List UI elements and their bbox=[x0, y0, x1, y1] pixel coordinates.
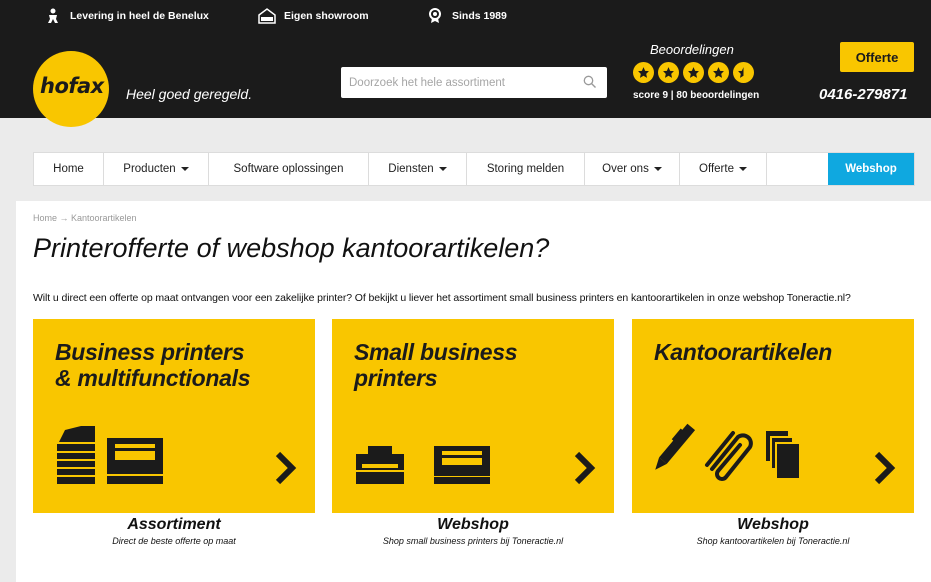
tile-title: Business printers & multifunctionals bbox=[55, 339, 251, 391]
page: Levering in heel de Benelux Eigen showro… bbox=[0, 0, 931, 582]
nav-home-label: Home bbox=[53, 163, 84, 175]
main-nav: Home Producten Software oplossingen Dien… bbox=[33, 152, 915, 186]
usp-since: Sinds 1989 bbox=[426, 8, 507, 24]
nav-quote-label: Offerte bbox=[699, 163, 734, 175]
tagline: Heel goed geregeld. bbox=[126, 86, 253, 102]
hofax-logo[interactable]: hofax bbox=[33, 51, 109, 127]
tile-caption-small-business-printers[interactable]: Webshop Shop small business printers bij… bbox=[332, 516, 614, 546]
quote-button[interactable]: Offerte bbox=[840, 42, 914, 72]
breadcrumb[interactable]: Home → Kantoorartikelen bbox=[33, 213, 137, 223]
star-icon bbox=[683, 62, 704, 83]
tile-caption-subtitle: Shop small business printers bij Tonerac… bbox=[382, 536, 564, 546]
reviews-score: score 9 | 80 beoordelingen bbox=[633, 90, 760, 101]
tile-caption-subtitle: Direct de beste offerte op maat bbox=[112, 536, 236, 546]
reviews-title: Beoordelingen bbox=[650, 42, 734, 57]
chevron-right-icon bbox=[275, 451, 297, 485]
top-header: Levering in heel de Benelux Eigen showro… bbox=[0, 0, 931, 127]
star-icon bbox=[708, 62, 729, 83]
usp-delivery: Levering in heel de Benelux bbox=[44, 8, 209, 24]
logo-text: hofax bbox=[40, 74, 104, 98]
nav-software-label: Software oplossingen bbox=[233, 163, 344, 175]
phone-number[interactable]: 0416-279871 bbox=[819, 86, 907, 103]
award-badge-icon bbox=[426, 8, 444, 24]
nav-report-fault[interactable]: Storing melden bbox=[467, 153, 585, 185]
delivery-person-icon bbox=[44, 8, 62, 24]
tile-caption-office-supplies[interactable]: Webshop Shop kantoorartikelen bij Tonera… bbox=[632, 516, 914, 546]
multifunctional-printer-icon bbox=[57, 426, 163, 484]
tile-small-business-printers[interactable]: Small business printers bbox=[332, 319, 614, 513]
star-icon bbox=[658, 62, 679, 83]
tile-title: Small business printers bbox=[354, 339, 518, 391]
usp-since-label: Sinds 1989 bbox=[452, 10, 507, 22]
search-input[interactable] bbox=[341, 67, 571, 98]
tile-caption-title: Webshop bbox=[737, 516, 809, 533]
chevron-right-icon bbox=[874, 451, 896, 485]
tile-caption-subtitle: Shop kantoorartikelen bij Toneractie.nl bbox=[696, 536, 850, 546]
chevron-right-icon bbox=[574, 451, 596, 485]
caret-down-icon bbox=[180, 167, 189, 171]
nav-webshop[interactable]: Webshop bbox=[828, 153, 914, 185]
star-icon bbox=[633, 62, 654, 83]
nav-services[interactable]: Diensten bbox=[369, 153, 467, 185]
tile-office-supplies[interactable]: Kantoorartikelen bbox=[632, 319, 914, 513]
desktop-printer-icon bbox=[356, 446, 490, 484]
search-box bbox=[341, 67, 607, 98]
nav-software[interactable]: Software oplossingen bbox=[209, 153, 369, 185]
usp-showroom: Eigen showroom bbox=[258, 8, 369, 24]
tile-caption-business-printers[interactable]: Assortiment Direct de beste offerte op m… bbox=[33, 516, 315, 546]
review-stars[interactable] bbox=[633, 62, 754, 83]
tile-title: Kantoorartikelen bbox=[654, 339, 832, 365]
caret-down-icon bbox=[738, 167, 747, 171]
search-icon[interactable] bbox=[583, 75, 597, 89]
nav-products-label: Producten bbox=[123, 163, 176, 175]
half-star-icon bbox=[733, 62, 754, 83]
open-shop-icon bbox=[258, 8, 276, 24]
caret-down-icon bbox=[438, 167, 447, 171]
intro-text: Wilt u direct een offerte op maat ontvan… bbox=[33, 292, 851, 304]
nav-home[interactable]: Home bbox=[34, 153, 104, 185]
nav-services-label: Diensten bbox=[388, 163, 434, 175]
nav-webshop-label: Webshop bbox=[845, 163, 897, 175]
nav-report-fault-label: Storing melden bbox=[486, 163, 565, 175]
page-title: Printerofferte of webshop kantoorartikel… bbox=[33, 233, 550, 263]
tile-caption-title: Webshop bbox=[437, 516, 509, 533]
tile-caption-title: Assortiment bbox=[127, 516, 221, 533]
main-content: Home → Kantoorartikelen Printerofferte o… bbox=[16, 201, 931, 582]
usp-delivery-label: Levering in heel de Benelux bbox=[70, 10, 209, 22]
caret-down-icon bbox=[653, 167, 662, 171]
nav-products[interactable]: Producten bbox=[104, 153, 209, 185]
office-supplies-icon bbox=[655, 423, 801, 481]
nav-about-label: Over ons bbox=[602, 163, 649, 175]
nav-about[interactable]: Over ons bbox=[585, 153, 680, 185]
usp-showroom-label: Eigen showroom bbox=[284, 10, 369, 22]
tile-business-printers[interactable]: Business printers & multifunctionals bbox=[33, 319, 315, 513]
nav-quote[interactable]: Offerte bbox=[680, 153, 767, 185]
